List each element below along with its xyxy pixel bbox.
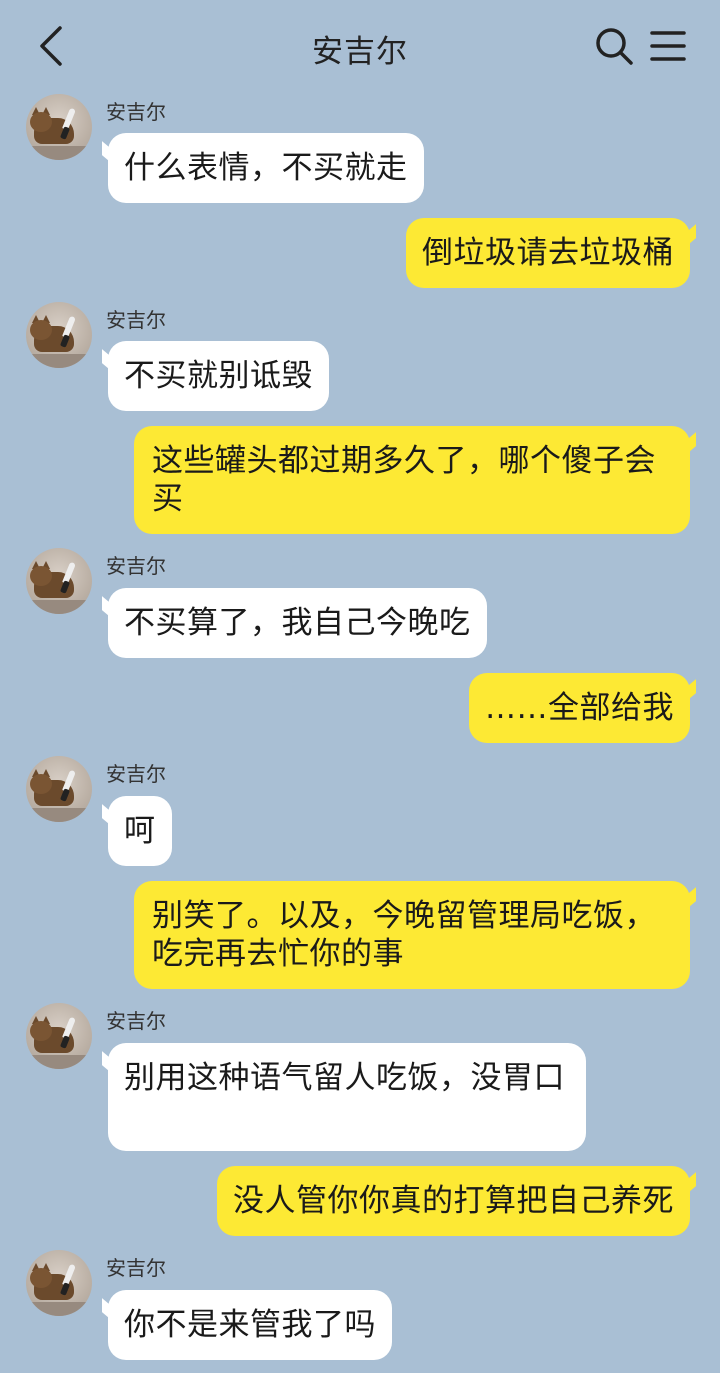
sender-name: 安吉尔 bbox=[106, 762, 166, 786]
avatar[interactable] bbox=[26, 94, 92, 160]
message-bubble-incoming[interactable]: 不买就别诋毁 bbox=[108, 341, 329, 411]
sender-name: 安吉尔 bbox=[106, 100, 166, 124]
search-icon bbox=[596, 28, 633, 65]
message-bubble-incoming[interactable]: 不买算了，我自己今晚吃 bbox=[108, 588, 487, 658]
message-bubble-incoming[interactable]: 什么表情，不买就走 bbox=[108, 133, 424, 203]
avatar[interactable] bbox=[26, 302, 92, 368]
sender-name: 安吉尔 bbox=[106, 308, 166, 332]
message-bubble-incoming[interactable]: 你不是来管我了吗 bbox=[108, 1290, 392, 1360]
sender-name: 安吉尔 bbox=[106, 1009, 166, 1033]
avatar[interactable] bbox=[26, 756, 92, 822]
search-button[interactable] bbox=[594, 26, 634, 66]
message-bubble-incoming[interactable]: 别用这种语气留人吃饭，没胃口 bbox=[108, 1043, 586, 1151]
menu-icon bbox=[650, 31, 686, 61]
avatar[interactable] bbox=[26, 548, 92, 614]
avatar[interactable] bbox=[26, 1003, 92, 1069]
message-bubble-outgoing[interactable]: 倒垃圾请去垃圾桶 bbox=[406, 218, 690, 288]
menu-button[interactable] bbox=[648, 28, 688, 64]
message-bubble-outgoing[interactable]: ……全部给我 bbox=[469, 673, 690, 743]
message-bubble-incoming[interactable]: 呵 bbox=[108, 796, 172, 866]
sender-name: 安吉尔 bbox=[106, 1256, 166, 1280]
sender-name: 安吉尔 bbox=[106, 554, 166, 578]
message-bubble-outgoing[interactable]: 这些罐头都过期多久了，哪个傻子会买 bbox=[134, 426, 690, 534]
message-bubble-outgoing[interactable]: 没人管你你真的打算把自己养死 bbox=[217, 1166, 690, 1236]
avatar[interactable] bbox=[26, 1250, 92, 1316]
chat-header: 安吉尔 bbox=[0, 0, 720, 92]
message-bubble-outgoing[interactable]: 别笑了。以及，今晚留管理局吃饭，吃完再去忙你的事 bbox=[134, 881, 690, 989]
